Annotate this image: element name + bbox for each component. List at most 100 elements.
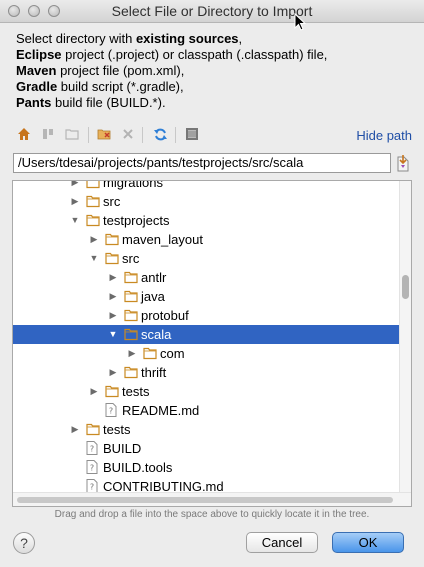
project-dir-icon[interactable] — [40, 126, 56, 142]
unknown-file-icon: ? — [86, 460, 100, 474]
collapsed-arrow-icon[interactable]: ▶ — [70, 192, 80, 211]
svg-text:?: ? — [109, 407, 113, 416]
vertical-scroll-thumb[interactable] — [402, 275, 409, 299]
collapsed-arrow-icon[interactable]: ▶ — [89, 230, 99, 249]
folder-icon — [105, 384, 119, 398]
tree-row-label: tests — [103, 422, 131, 437]
path-history-icon[interactable] — [396, 154, 410, 172]
drag-drop-hint: Drag and drop a file into the space abov… — [54, 509, 370, 520]
tree-row-folder[interactable]: ▼ scala — [13, 325, 399, 344]
tree-row-label: tests — [122, 384, 150, 399]
folder-icon — [105, 251, 119, 265]
tree-row-file[interactable]: ? BUILD.tools — [13, 458, 399, 477]
tree-row-file[interactable]: ? README.md — [13, 401, 399, 420]
tree-row-folder[interactable]: ▶ tests — [13, 382, 399, 401]
description-text: project (.project) or classpath (.classp… — [61, 47, 328, 62]
path-input[interactable]: /Users/tdesai/projects/pants/testproject… — [13, 153, 391, 173]
ok-button[interactable]: OK — [332, 532, 404, 553]
svg-text:?: ? — [90, 445, 94, 454]
tree-row-label: src — [122, 251, 140, 266]
tree-row-folder[interactable]: ▼ src — [13, 249, 399, 268]
tree-row-folder[interactable]: ▶ migrations — [13, 181, 399, 192]
tree-row-folder[interactable]: ▶ thrift — [13, 363, 399, 382]
folder-icon — [143, 346, 157, 360]
collapsed-arrow-icon[interactable]: ▶ — [127, 344, 137, 363]
description-keyword: existing sources — [135, 31, 239, 46]
show-hidden-icon[interactable] — [184, 126, 200, 142]
description-keyword: Maven — [16, 63, 57, 78]
cancel-button[interactable]: Cancel — [246, 532, 318, 553]
tree-row-folder[interactable]: ▶ maven_layout — [13, 230, 399, 249]
file-chooser-toolbar: Hide path — [12, 123, 412, 147]
description-keyword: Pants — [16, 95, 52, 110]
collapsed-arrow-icon[interactable]: ▶ — [108, 287, 118, 306]
tree-row-label: antlr — [141, 270, 167, 285]
mouse-pointer-icon — [294, 13, 306, 31]
unknown-file-icon: ? — [105, 403, 119, 417]
collapsed-arrow-icon[interactable]: ▶ — [70, 181, 80, 192]
description-line: Maven project file (pom.xml), — [16, 63, 416, 79]
tree-row-label: scala — [141, 327, 172, 342]
tree-row-label: BUILD — [103, 441, 142, 456]
tree-row-label: testprojects — [103, 213, 170, 228]
tree-row-folder[interactable]: ▶ tests — [13, 420, 399, 439]
description-keyword: Gradle — [16, 79, 58, 94]
window-title: Select File or Directory to Import — [111, 3, 313, 19]
folder-icon — [86, 194, 100, 208]
tree-row-folder[interactable]: ▶ com — [13, 344, 399, 363]
tree-row-label: thrift — [141, 365, 167, 380]
refresh-icon[interactable] — [152, 126, 168, 142]
description-line: Select directory with existing sources, — [16, 31, 416, 47]
description-line: Gradle build script (*.gradle), — [16, 79, 416, 95]
home-icon[interactable] — [16, 126, 32, 142]
file-tree[interactable]: ? CONTRIBUTING.md? BUILD.tools? BUILD ▶ tests… — [12, 180, 412, 507]
new-folder-icon[interactable] — [96, 126, 112, 142]
unknown-file-icon: ? — [86, 441, 100, 455]
tree-row-label: java — [141, 289, 165, 304]
delete-icon[interactable] — [120, 126, 136, 142]
collapsed-arrow-icon[interactable]: ▶ — [108, 363, 118, 382]
tree-row-folder[interactable]: ▶ antlr — [13, 268, 399, 287]
module-dir-icon[interactable] — [64, 126, 80, 142]
horizontal-scrollbar[interactable] — [13, 492, 411, 506]
folder-icon — [124, 289, 138, 303]
tree-row-label: protobuf — [141, 308, 189, 323]
horizontal-scroll-thumb[interactable] — [17, 497, 393, 503]
tree-row-folder[interactable]: ▶ java — [13, 287, 399, 306]
tree-row-label: com — [160, 346, 185, 361]
tree-row-label: BUILD.tools — [103, 460, 173, 475]
tree-row-label: README.md — [122, 403, 200, 418]
tree-row-label: src — [103, 194, 121, 209]
tree-row-folder[interactable]: ▶ src — [13, 192, 399, 211]
tree-row-folder[interactable]: ▶ protobuf — [13, 306, 399, 325]
folder-icon — [86, 181, 100, 189]
folder-icon — [124, 327, 138, 341]
expanded-arrow-icon[interactable]: ▼ — [108, 325, 118, 344]
description-keyword: Eclipse — [16, 47, 62, 62]
description-text: build script (*.gradle), — [57, 79, 184, 94]
unknown-file-icon: ? — [86, 479, 100, 493]
folder-icon — [124, 365, 138, 379]
description-line: Pants build file (BUILD.*). — [16, 95, 416, 111]
collapsed-arrow-icon[interactable]: ▶ — [108, 306, 118, 325]
hide-path-link[interactable]: Hide path — [356, 128, 412, 143]
folder-icon — [86, 422, 100, 436]
expanded-arrow-icon[interactable]: ▼ — [70, 211, 80, 230]
svg-text:?: ? — [90, 483, 94, 492]
tree-row-label: maven_layout — [122, 232, 203, 247]
folder-icon — [86, 213, 100, 227]
vertical-scrollbar[interactable] — [399, 181, 411, 492]
expanded-arrow-icon[interactable]: ▼ — [89, 249, 99, 268]
folder-icon — [124, 270, 138, 284]
collapsed-arrow-icon[interactable]: ▶ — [89, 382, 99, 401]
description-text: project file (pom.xml), — [56, 63, 185, 78]
help-button[interactable]: ? — [13, 532, 35, 554]
tree-row-file[interactable]: ? BUILD — [13, 439, 399, 458]
description-text: build file (BUILD.*). — [51, 95, 166, 110]
folder-icon — [124, 308, 138, 322]
folder-icon — [105, 232, 119, 246]
collapsed-arrow-icon[interactable]: ▶ — [108, 268, 118, 287]
description-line: Eclipse project (.project) or classpath … — [16, 47, 416, 63]
tree-row-folder[interactable]: ▼ testprojects — [13, 211, 399, 230]
collapsed-arrow-icon[interactable]: ▶ — [70, 420, 80, 439]
